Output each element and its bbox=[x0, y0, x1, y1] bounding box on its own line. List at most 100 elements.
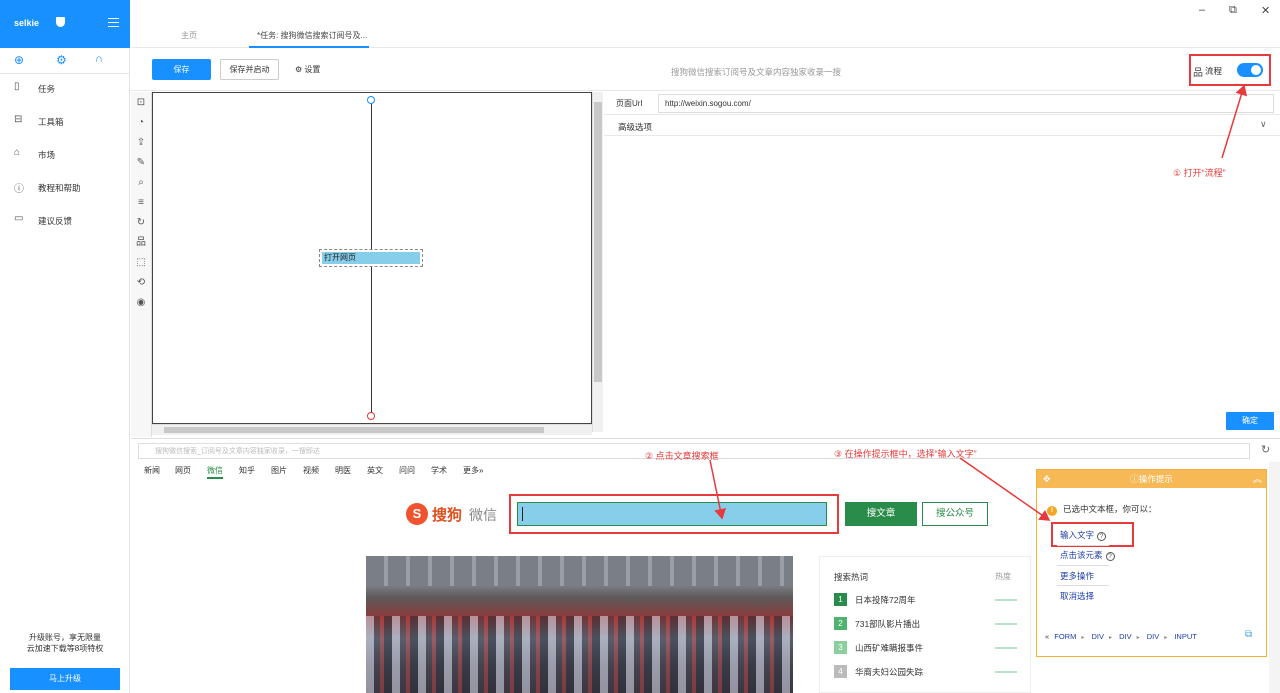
search-account-button[interactable]: 搜公众号 bbox=[922, 502, 988, 526]
web-nav-video[interactable]: 视频 bbox=[303, 465, 319, 476]
settings-label: 设置 bbox=[304, 65, 321, 74]
external-link-icon[interactable]: ⧉ bbox=[1245, 629, 1252, 640]
path-item[interactable]: DIV bbox=[1091, 632, 1104, 641]
flow-end-icon bbox=[367, 412, 375, 420]
option-input-text[interactable]: 输入文字? bbox=[1060, 529, 1107, 541]
question-icon[interactable]: ? bbox=[1097, 532, 1107, 541]
option-more-actions[interactable]: 更多操作 bbox=[1060, 570, 1094, 582]
flow-node-open-page[interactable]: 打开网页 bbox=[319, 249, 423, 267]
select-option-tool-icon[interactable]: ≡ bbox=[134, 196, 148, 210]
info-icon: ⓘ bbox=[1130, 474, 1139, 484]
annotation-1: ① 打开“流程” bbox=[1173, 168, 1226, 178]
quick-actions: ⊕ ⚙ ∩ bbox=[0, 48, 130, 74]
scroll-thumb[interactable] bbox=[594, 102, 602, 382]
captcha-tool-icon[interactable]: ⌕ bbox=[134, 176, 148, 190]
sidebar-item-task[interactable]: ▯ 任务 bbox=[0, 78, 130, 100]
hover-tool-icon[interactable]: ⬚ bbox=[134, 256, 148, 270]
tips-title: 操作提示 bbox=[1138, 474, 1173, 484]
restore-icon[interactable]: ⧉ bbox=[1229, 4, 1237, 17]
tips-message-text: 已选中文本框，你可以： bbox=[1063, 504, 1157, 514]
task-title: 搜狗微信搜索订阅号及文章内容独家收录一搜 bbox=[671, 67, 842, 77]
canvas-horizontal-scrollbar[interactable] bbox=[152, 424, 592, 435]
feedback-icon: ▭ bbox=[14, 213, 24, 224]
flow-toggle[interactable] bbox=[1237, 63, 1263, 77]
input-text-tool-icon[interactable]: ✎ bbox=[134, 156, 148, 170]
path-item[interactable]: FORM bbox=[1054, 632, 1076, 641]
option-click-element[interactable]: 点击该元素? bbox=[1060, 549, 1115, 561]
news-photo[interactable] bbox=[366, 556, 793, 693]
headset-icon[interactable]: ∩ bbox=[95, 53, 103, 65]
sidebar-item-market[interactable]: ⌂ 市场 bbox=[0, 144, 130, 166]
open-page-tool-icon[interactable]: ⊡ bbox=[134, 96, 148, 110]
path-separator-icon: ▸ bbox=[1136, 635, 1140, 641]
tab-home[interactable]: 主页 bbox=[181, 30, 197, 41]
settings-button[interactable]: ⚙ 设置 bbox=[295, 64, 320, 75]
hot-word-text: 山西矿难瞒报事件 bbox=[855, 643, 924, 653]
tab-bar: 主页 *任务: 搜狗微信搜索订阅号及... – ⧉ ✕ bbox=[131, 0, 1280, 48]
annotation-2: ② 点击文章搜索框 bbox=[645, 451, 719, 461]
switch-tool-icon[interactable]: ⟲ bbox=[134, 276, 148, 290]
collapse-icon[interactable]: ︽ bbox=[1253, 470, 1262, 488]
heat-bar bbox=[995, 671, 1017, 673]
url-input[interactable] bbox=[658, 94, 1274, 113]
web-nav-images[interactable]: 图片 bbox=[271, 465, 287, 476]
help-icon: ⓘ bbox=[14, 184, 24, 195]
hot-rank: 3 bbox=[834, 641, 847, 654]
search-article-button[interactable]: 搜文章 bbox=[845, 502, 917, 526]
path-item[interactable]: DIV bbox=[1147, 632, 1160, 641]
sidebar-item-feedback[interactable]: ▭ 建议反馈 bbox=[0, 210, 130, 232]
upgrade-button[interactable]: 马上升级 bbox=[10, 668, 120, 690]
close-icon[interactable]: ✕ bbox=[1261, 4, 1270, 17]
move-icon[interactable]: ✥ bbox=[1043, 470, 1051, 488]
shield-icon[interactable] bbox=[56, 17, 65, 27]
save-button[interactable]: 保存 bbox=[152, 59, 211, 80]
heat-bar bbox=[995, 623, 1017, 625]
advanced-options[interactable]: 高级选项 ∨ bbox=[604, 115, 1280, 136]
stop-tool-icon[interactable]: ◉ bbox=[134, 296, 148, 310]
gear-icon[interactable]: ⚙ bbox=[56, 53, 67, 67]
web-nav-weixin[interactable]: 微信 bbox=[207, 465, 223, 479]
hamburger-menu-icon[interactable] bbox=[108, 18, 119, 27]
hot-word-text: 华裔夫妇公园失踪 bbox=[855, 667, 924, 677]
tips-header[interactable]: ✥ ⓘ操作提示 ︽ bbox=[1037, 470, 1266, 488]
option-label: 点击该元素 bbox=[1060, 550, 1103, 560]
scroll-thumb[interactable] bbox=[164, 427, 544, 433]
web-nav-wenwen[interactable]: 问问 bbox=[399, 465, 415, 476]
double-left-icon[interactable]: « bbox=[1045, 632, 1049, 641]
web-nav-web[interactable]: 网页 bbox=[175, 465, 191, 476]
web-nav-xueshu[interactable]: 学术 bbox=[431, 465, 447, 476]
web-nav-zhihu[interactable]: 知乎 bbox=[239, 465, 255, 476]
article-search-input[interactable] bbox=[517, 502, 827, 526]
branch-tool-icon[interactable]: 品 bbox=[134, 236, 148, 250]
extract-tool-icon[interactable]: ⇪ bbox=[134, 136, 148, 150]
web-nav-english[interactable]: 英文 bbox=[367, 465, 383, 476]
flow-canvas[interactable]: 打开网页 bbox=[152, 92, 592, 424]
web-nav-more[interactable]: 更多» bbox=[463, 465, 483, 476]
click-tool-icon[interactable]: ◔ bbox=[134, 116, 148, 130]
hot-words-panel: 搜索热词 热度 1 日本投降72周年 2 731部队影片播出 3 山西矿难瞒报事… bbox=[819, 556, 1031, 693]
option-cancel-selection[interactable]: 取消选择 bbox=[1060, 590, 1094, 602]
sidebar-item-help[interactable]: ⓘ 教程和帮助 bbox=[0, 177, 130, 199]
warning-icon: ! bbox=[1047, 506, 1057, 516]
sidebar-item-toolbox[interactable]: ⊟ 工具箱 bbox=[0, 111, 130, 133]
sidebar-item-label: 教程和帮助 bbox=[38, 183, 81, 193]
canvas-vertical-scrollbar[interactable] bbox=[592, 92, 603, 432]
webpage-scrollbar[interactable] bbox=[1269, 462, 1280, 693]
question-icon[interactable]: ? bbox=[1105, 552, 1115, 561]
properties-panel: 页面Url 高级选项 ∨ 确定 bbox=[604, 92, 1280, 437]
tool-strip: ⊡ ◔ ⇪ ✎ ⌕ ≡ ↻ 品 ⬚ ⟲ ◉ bbox=[131, 92, 152, 437]
web-nav-mingyi[interactable]: 明医 bbox=[335, 465, 351, 476]
element-path: « FORM ▸ DIV ▸ DIV ▸ DIV ▸ INPUT bbox=[1045, 632, 1197, 641]
refresh-icon[interactable]: ↻ bbox=[1261, 443, 1270, 456]
sidebar: selkie ⊕ ⚙ ∩ ▯ 任务 ⊟ 工具箱 ⌂ 市场 ⓘ 教程和帮助 ▭ 建… bbox=[0, 0, 130, 693]
tab-task[interactable]: *任务: 搜狗微信搜索订阅号及... bbox=[249, 30, 369, 48]
minimize-icon[interactable]: – bbox=[1199, 4, 1205, 16]
upgrade-text: 升级账号，享无限量 云加速下载等8项特权 bbox=[0, 632, 130, 654]
loop-tool-icon[interactable]: ↻ bbox=[134, 216, 148, 230]
ok-button[interactable]: 确定 bbox=[1226, 412, 1274, 430]
path-item[interactable]: DIV bbox=[1119, 632, 1132, 641]
add-circle-icon[interactable]: ⊕ bbox=[14, 53, 24, 67]
web-nav-news[interactable]: 新闻 bbox=[144, 465, 160, 476]
path-item[interactable]: INPUT bbox=[1174, 632, 1197, 641]
save-and-run-button[interactable]: 保存并启动 bbox=[220, 59, 279, 80]
